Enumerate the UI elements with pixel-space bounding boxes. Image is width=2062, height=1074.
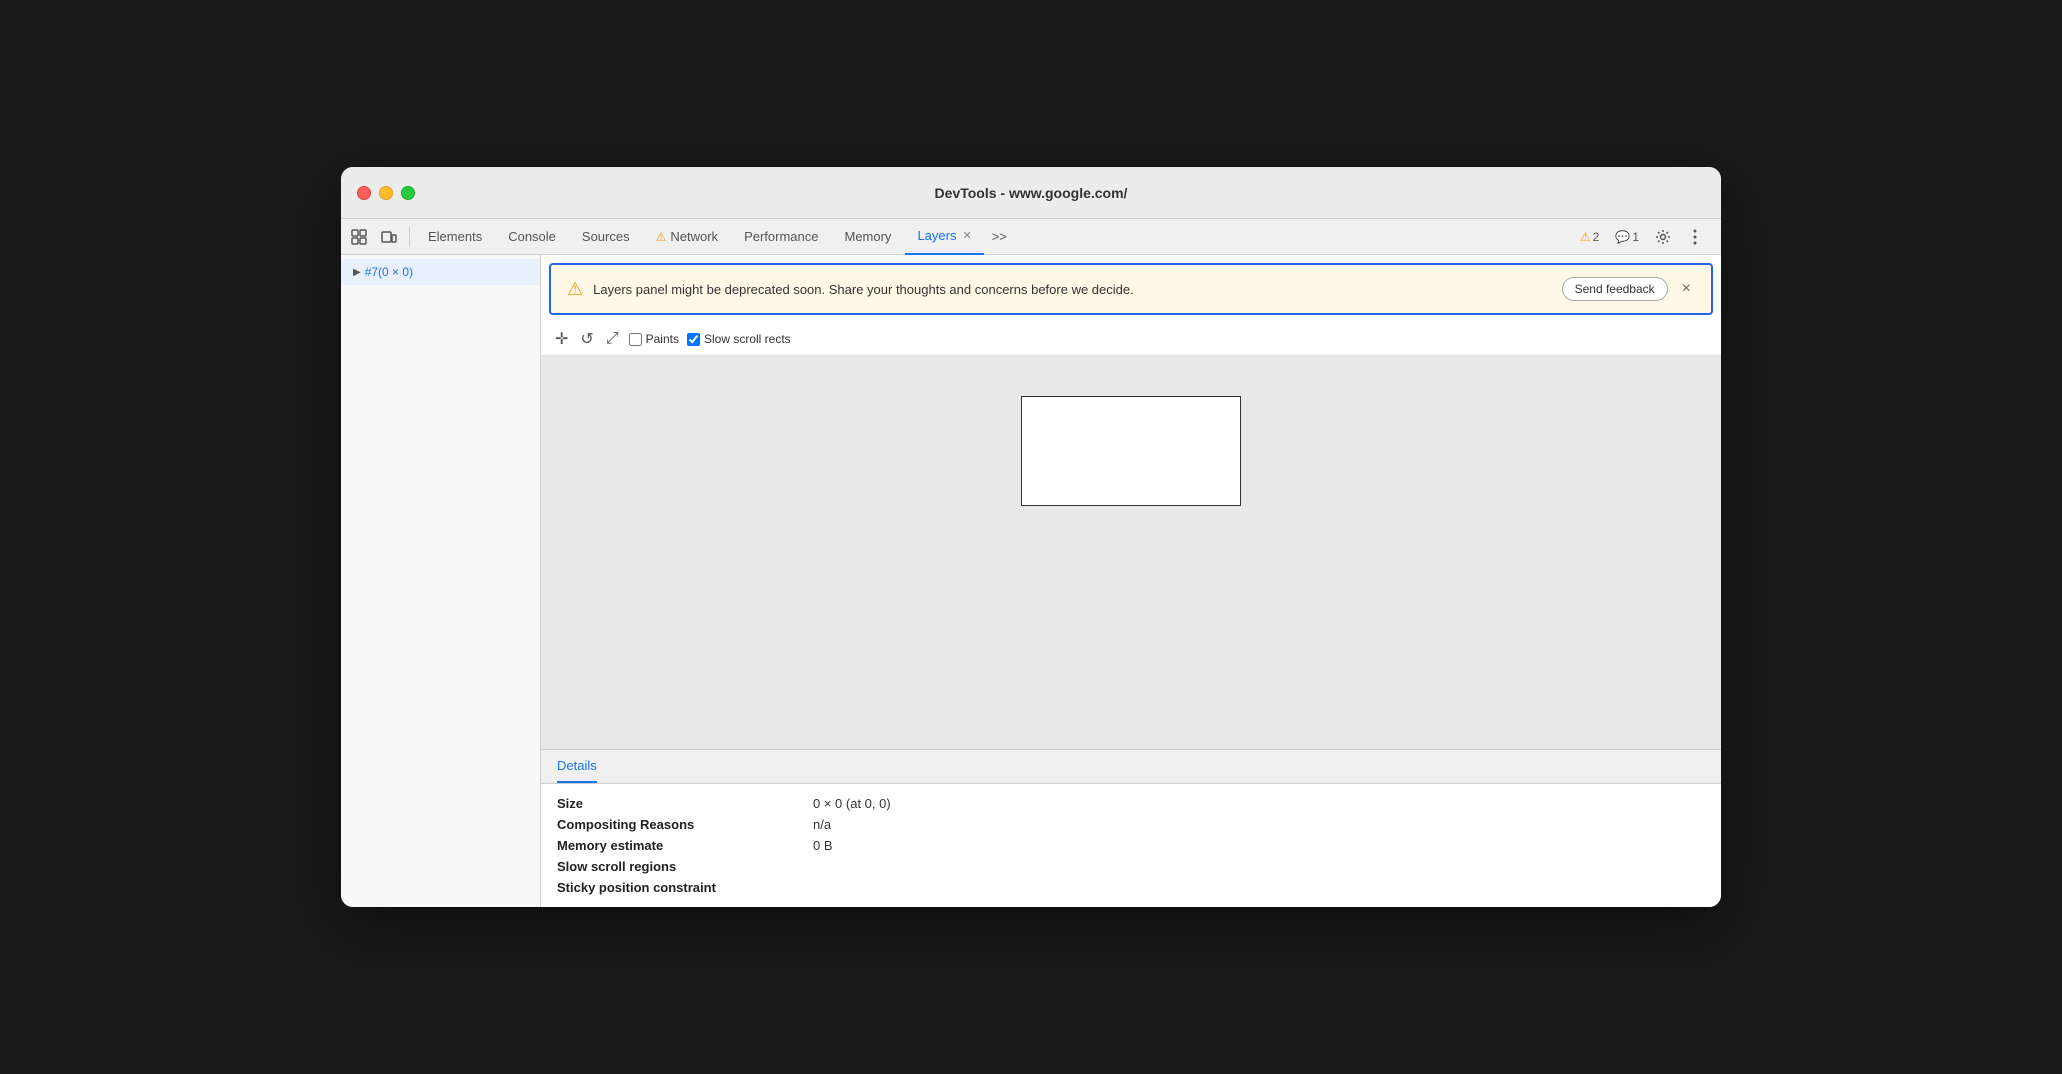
slow-scroll-regions-value — [813, 859, 1705, 874]
sticky-value — [813, 880, 1705, 895]
layers-sidebar: ▶ #7(0 × 0) — [341, 255, 541, 907]
size-value: 0 × 0 (at 0, 0) — [813, 796, 1705, 811]
size-label: Size — [557, 796, 797, 811]
toolbar-divider — [409, 227, 410, 247]
devtools-toolbar: Elements Console Sources ⚠ Network Perfo… — [341, 219, 1721, 255]
content-area: ⚠ Layers panel might be deprecated soon.… — [541, 255, 1721, 907]
title-bar: DevTools - www.google.com/ — [341, 167, 1721, 219]
tab-layers-close[interactable]: ✕ — [962, 229, 971, 242]
tab-layers[interactable]: Layers ✕ — [905, 219, 983, 255]
tab-performance[interactable]: Performance — [732, 219, 830, 255]
sidebar-item-layer1[interactable]: ▶ #7(0 × 0) — [341, 259, 540, 285]
minimize-button[interactable] — [379, 186, 393, 200]
memory-value: 0 B — [813, 838, 1705, 853]
toolbar-right: ⚠ 2 💬 1 — [1574, 223, 1717, 251]
slow-scroll-label[interactable]: Slow scroll rects — [687, 332, 791, 346]
devtools-main: ▶ #7(0 × 0) ⚠ Layers panel might be depr… — [341, 255, 1721, 907]
info-badge[interactable]: 💬 1 — [1609, 228, 1645, 246]
paints-label[interactable]: Paints — [629, 332, 679, 346]
more-options-button[interactable] — [1681, 223, 1709, 251]
tab-details[interactable]: Details — [557, 750, 597, 783]
canvas-area — [541, 356, 1721, 749]
paints-checkbox[interactable] — [629, 333, 642, 346]
tab-elements[interactable]: Elements — [416, 219, 494, 255]
details-section: Details Size 0 × 0 (at 0, 0) Compositing… — [541, 749, 1721, 907]
pan-tool-icon[interactable]: ✛ — [553, 327, 570, 351]
tab-memory[interactable]: Memory — [832, 219, 903, 255]
maximize-button[interactable] — [401, 186, 415, 200]
rotate-tool-icon[interactable]: ↺ — [578, 327, 595, 351]
warning-badge[interactable]: ⚠ 2 — [1574, 228, 1605, 246]
slow-scroll-checkbox[interactable] — [687, 333, 700, 346]
send-feedback-button[interactable]: Send feedback — [1562, 277, 1668, 301]
memory-label: Memory estimate — [557, 838, 797, 853]
reset-tool-icon[interactable]: ⤢ — [604, 328, 621, 350]
network-warning-icon: ⚠ — [656, 230, 667, 244]
window-title: DevTools - www.google.com/ — [935, 185, 1128, 201]
device-mode-button[interactable] — [375, 223, 403, 251]
compositing-value: n/a — [813, 817, 1705, 832]
settings-button[interactable] — [1649, 223, 1677, 251]
compositing-label: Compositing Reasons — [557, 817, 797, 832]
sticky-label: Sticky position constraint — [557, 880, 797, 895]
slow-scroll-regions-label: Slow scroll regions — [557, 859, 797, 874]
layers-toolbar: ✛ ↺ ⤢ Paints Slow scroll rects — [541, 323, 1721, 356]
expand-icon: ▶ — [353, 267, 361, 278]
banner-close-button[interactable]: × — [1678, 280, 1695, 298]
traffic-lights — [357, 186, 415, 200]
details-grid: Size 0 × 0 (at 0, 0) Compositing Reasons… — [541, 784, 1721, 907]
details-tab-bar: Details — [541, 750, 1721, 784]
info-icon: 💬 — [1615, 230, 1630, 244]
close-button[interactable] — [357, 186, 371, 200]
tab-network[interactable]: ⚠ Network — [644, 219, 730, 255]
deprecation-banner: ⚠ Layers panel might be deprecated soon.… — [549, 263, 1713, 315]
tab-console[interactable]: Console — [496, 219, 568, 255]
element-picker-button[interactable] — [345, 223, 373, 251]
layer-rectangle — [1021, 396, 1241, 506]
devtools-window: DevTools - www.google.com/ Elements Cons… — [341, 167, 1721, 907]
banner-warning-icon: ⚠ — [567, 279, 583, 300]
banner-text: Layers panel might be deprecated soon. S… — [593, 282, 1551, 297]
more-tabs-button[interactable]: >> — [986, 229, 1013, 244]
tab-sources[interactable]: Sources — [570, 219, 642, 255]
warning-icon: ⚠ — [1580, 230, 1591, 244]
